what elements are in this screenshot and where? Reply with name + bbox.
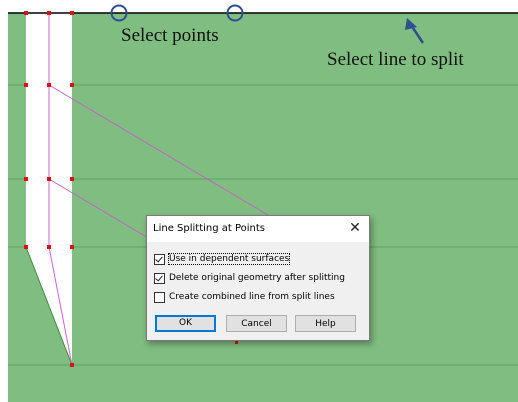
point bbox=[47, 177, 51, 181]
point bbox=[235, 341, 238, 344]
point bbox=[70, 363, 74, 367]
point bbox=[47, 11, 51, 15]
cancel-button[interactable]: Cancel bbox=[226, 315, 287, 332]
option-label: Delete original geometry after splitting bbox=[169, 273, 345, 283]
point bbox=[47, 245, 51, 249]
point bbox=[24, 245, 28, 249]
point bbox=[24, 177, 28, 181]
help-button[interactable]: Help bbox=[295, 315, 356, 332]
point bbox=[70, 83, 74, 87]
close-icon[interactable]: ✕ bbox=[347, 219, 363, 237]
option-label: Use in dependent surfaces bbox=[167, 253, 291, 265]
ok-button[interactable]: OK bbox=[155, 315, 216, 332]
point bbox=[70, 245, 74, 249]
checkbox-checked[interactable] bbox=[154, 272, 165, 284]
select-points-annotation: Select points bbox=[121, 25, 219, 46]
point bbox=[70, 177, 74, 181]
option-create-combined-line[interactable]: Create combined line from split lines bbox=[154, 290, 335, 304]
point bbox=[70, 11, 74, 15]
point bbox=[47, 83, 51, 87]
line-splitting-dialog: Line Splitting at Points ✕ Use in depend… bbox=[146, 215, 370, 341]
dialog-titlebar[interactable]: Line Splitting at Points ✕ bbox=[147, 216, 369, 242]
checkbox-unchecked[interactable] bbox=[154, 291, 165, 303]
top-border-strip bbox=[0, 0, 518, 13]
point bbox=[24, 83, 28, 87]
select-line-annotation: Select line to split bbox=[327, 49, 464, 70]
left-border-strip bbox=[0, 13, 8, 402]
option-label: Create combined line from split lines bbox=[169, 292, 335, 302]
dialog-title: Line Splitting at Points bbox=[153, 223, 266, 234]
option-use-dependent-surfaces[interactable]: Use in dependent surfaces bbox=[154, 252, 291, 266]
checkbox-checked[interactable] bbox=[154, 253, 165, 265]
point bbox=[24, 11, 28, 15]
option-delete-original-geometry[interactable]: Delete original geometry after splitting bbox=[154, 271, 345, 285]
